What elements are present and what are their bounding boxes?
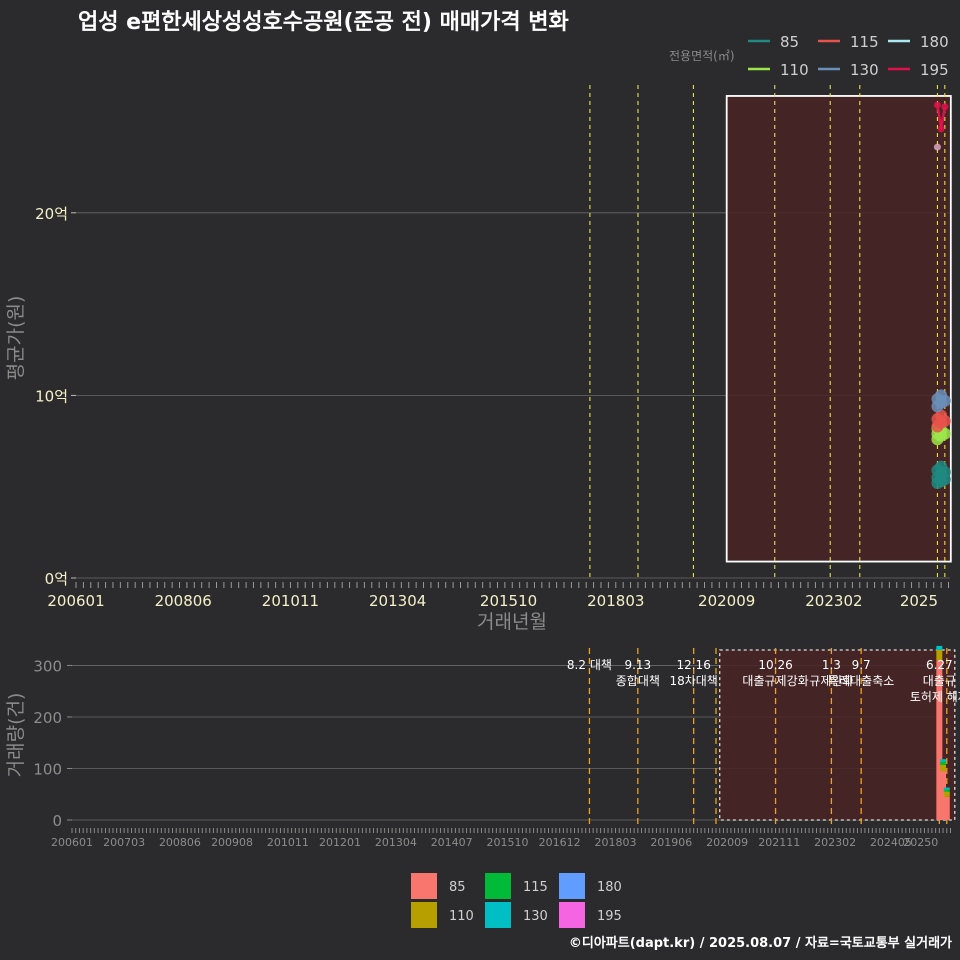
volume-x-tick-label: 201612 [539,836,581,849]
volume-x-tick-label: 201906 [650,836,692,849]
price-x-axis-label: 거래년월 [477,611,547,633]
volume-x-tick-label: 202302 [814,836,856,849]
policy-annotation: 1.3 [822,658,841,672]
volume-legend-label: 195 [597,909,622,924]
volume-legend-swatch [485,902,511,928]
volume-y-tick-label: 300 [33,657,62,675]
footer-credit: ©디아파트(dapt.kr) / 2025.08.07 / 자료=국토교통부 실… [569,935,952,951]
volume-bar-110 [940,764,947,772]
price-legend-label: 180 [920,33,949,51]
volume-legend-label: 85 [449,880,466,895]
volume-bar-115 [943,789,950,792]
volume-y-axis-label: 거래량(건) [5,693,27,778]
price-x-tick-label: 201803 [587,592,644,610]
volume-legend-label: 130 [523,909,548,924]
volume-legend-swatch [559,873,585,899]
volume-y-tick-label: 100 [33,760,62,778]
policy-annotation: 9.7 [852,658,871,672]
price-point-195 [941,103,949,111]
volume-bar-85 [943,796,950,820]
price-point-195 [933,101,941,109]
volume-x-tick-label: 202009 [706,836,748,849]
volume-x-tick-label: 202111 [758,836,800,849]
price-y-tick-label: 20억 [35,205,68,223]
volume-legend-swatch [411,902,437,928]
volume-x-tick-label: 201201 [319,836,361,849]
volume-x-tick-label: 201304 [375,836,417,849]
price-x-tick-label: 201510 [480,592,537,610]
volume-legend-swatch [559,902,585,928]
volume-x-tick-label: 201803 [594,836,636,849]
volume-legend-label: 180 [597,880,622,895]
volume-bar-130 [940,759,947,762]
price-point-115 [938,414,951,427]
volume-legend-label: 110 [449,909,474,924]
price-legend-label: 115 [850,33,879,51]
price-x-tick-label: 2025 [900,592,938,610]
price-point-180 [933,143,941,151]
price-point-85 [938,466,951,479]
price-x-tick-label: 202302 [805,592,862,610]
volume-legend-label: 115 [523,880,548,895]
price-legend: 전용면적(㎡) 85 110 115 130 180 195 [669,33,949,79]
policy-annotation: 특례대출축소 [828,674,894,688]
volume-bar-110 [943,791,950,797]
volume-y-tick-label: 0 [52,812,62,830]
price-y-axis-label: 평균가(원) [5,296,27,381]
policy-annotation: 6.27 [926,658,953,672]
volume-y-tick-label: 200 [33,709,62,727]
policy-annotation: 대출규제강화 [742,674,808,688]
volume-bar-130 [943,787,950,790]
policy-annotation: 18차대책 [669,673,717,688]
price-legend-label: 130 [850,61,879,79]
policy-annotation: 10.26 [758,658,792,672]
policy-annotation: 대출규 [923,674,956,688]
volume-x-tick-label: 201011 [267,836,309,849]
price-x-tick-label: 201304 [369,592,426,610]
price-x-tick-label: 202009 [698,592,755,610]
price-y-tick-label: 0억 [45,570,68,588]
chart-title: 업성 e편한세상성성호수공원(준공 전) 매매가격 변화 [78,10,569,35]
price-panel: 0억 10억 20억 200601 200806 201011 201304 201510 2… [5,85,952,633]
volume-bar-115 [940,761,947,765]
volume-x-tick-label: 200703 [103,836,145,849]
policy-annotation: 12.16 [676,658,710,672]
volume-legend: 85 110 115 130 180 195 [411,873,622,928]
volume-x-tick-label: 20250 [903,836,938,849]
price-x-tick-label: 200601 [47,592,104,610]
price-highlight-box [725,95,952,563]
policy-annotation: 토허제 해제 [910,690,960,704]
volume-x-tick-label: 200601 [51,836,93,849]
price-legend-label: 110 [780,61,809,79]
price-legend-label: 85 [780,33,799,51]
price-x-tick-label: 200806 [155,592,212,610]
volume-panel: 8.2 대책 9.13종합대책12.1618차대책10.26대출규제강화1.3규제… [5,645,960,849]
price-legend-title: 전용면적(㎡) [669,49,735,63]
volume-x-tick-label: 200908 [211,836,253,849]
price-y-tick-label: 10억 [35,387,68,405]
volume-x-tick-label: 201407 [431,836,473,849]
volume-x-tick-label: 200806 [159,836,201,849]
volume-legend-swatch [411,873,437,899]
policy-annotation: 8.2 대책 [567,657,612,672]
volume-legend-swatch [485,873,511,899]
policy-annotation: 9.13 [624,658,651,672]
price-point-195 [937,125,945,133]
price-point-130 [938,394,951,407]
chart-canvas: 업성 e편한세상성성호수공원(준공 전) 매매가격 변화 전용면적(㎡) 85 1… [5,10,960,951]
policy-annotation: 종합대책 [616,673,660,688]
volume-bar-130 [936,645,943,650]
price-legend-label: 195 [920,61,949,79]
volume-x-tick-label: 201510 [487,836,529,849]
price-x-tick-label: 201011 [262,592,319,610]
